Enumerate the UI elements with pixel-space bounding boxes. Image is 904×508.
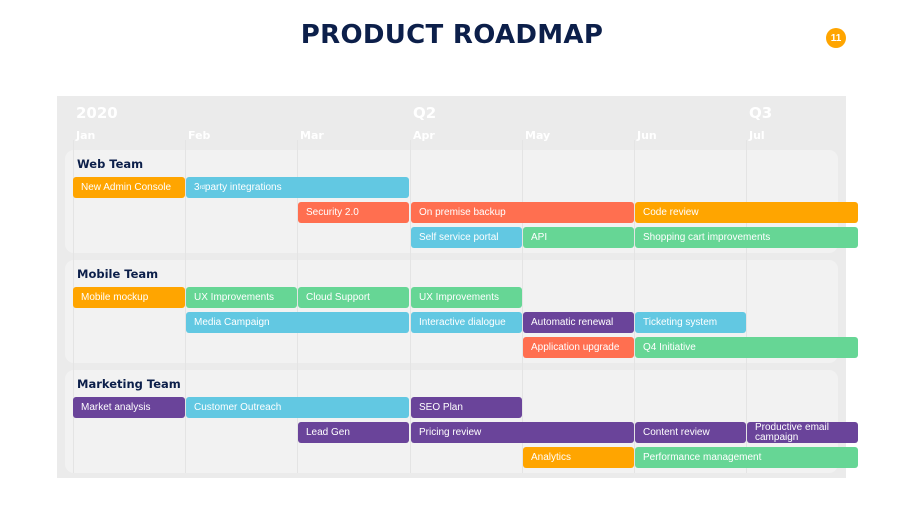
task-bar[interactable]: Interactive dialogue [411, 312, 522, 333]
task-bar[interactable]: Analytics [523, 447, 634, 468]
task-bar[interactable]: Security 2.0 [298, 202, 409, 223]
task-bar[interactable]: Code review [635, 202, 858, 223]
month-label: Feb [188, 129, 211, 142]
task-bar[interactable]: Q4 Initiative [635, 337, 858, 358]
task-bar[interactable]: UX Improvements [411, 287, 522, 308]
month-label: Jun [637, 129, 657, 142]
task-bar[interactable]: Productive email campaign [747, 422, 858, 443]
ordinal-suffix: rd [199, 184, 205, 191]
month-label: May [525, 129, 551, 142]
task-bar[interactable]: API [523, 227, 634, 248]
team-label: Marketing Team [77, 377, 181, 391]
task-bar[interactable]: Pricing review [411, 422, 634, 443]
month-label: Apr [413, 129, 435, 142]
page-number-badge: 11 [826, 28, 846, 48]
task-bar[interactable]: Cloud Support [298, 287, 409, 308]
task-bar[interactable]: 3rd party integrations [186, 177, 409, 198]
task-bar[interactable]: UX Improvements [186, 287, 297, 308]
task-bar[interactable]: Content review [635, 422, 746, 443]
task-bar[interactable]: Customer Outreach [186, 397, 409, 418]
task-bar[interactable]: Application upgrade [523, 337, 634, 358]
task-bar[interactable]: Media Campaign [186, 312, 409, 333]
period-label: 2020 [76, 104, 118, 122]
task-bar[interactable]: Performance management [635, 447, 858, 468]
task-bar[interactable]: Ticketing system [635, 312, 746, 333]
team-label: Web Team [77, 157, 144, 171]
task-bar[interactable]: Self service portal [411, 227, 522, 248]
task-bar[interactable]: Automatic renewal [523, 312, 634, 333]
month-label: Mar [300, 129, 324, 142]
page-title: PRODUCT ROADMAP [300, 20, 604, 50]
task-bar[interactable]: New Admin Console [73, 177, 185, 198]
task-bar[interactable]: SEO Plan [411, 397, 522, 418]
task-bar[interactable]: Shopping cart improvements [635, 227, 858, 248]
period-label: Q3 [749, 104, 773, 122]
task-bar[interactable]: Lead Gen [298, 422, 409, 443]
period-label: Q2 [413, 104, 437, 122]
team-label: Mobile Team [77, 267, 159, 281]
month-label: Jul [749, 129, 765, 142]
task-bar[interactable]: Market analysis [73, 397, 185, 418]
month-label: Jan [76, 129, 96, 142]
task-bar[interactable]: Mobile mockup [73, 287, 185, 308]
task-bar[interactable]: On premise backup [411, 202, 634, 223]
